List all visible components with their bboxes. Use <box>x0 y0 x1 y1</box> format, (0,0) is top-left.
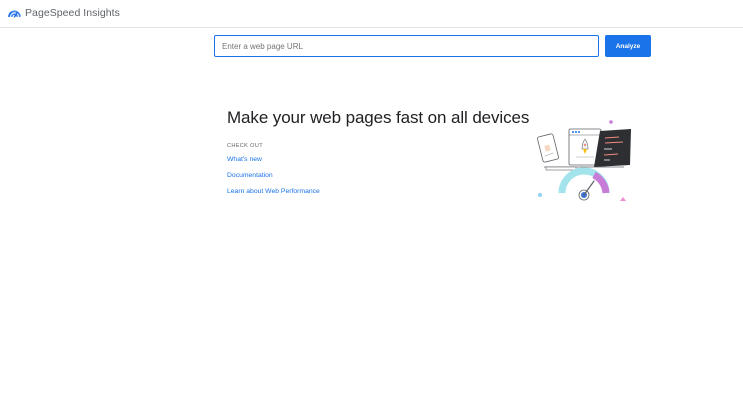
pagespeed-logo[interactable]: PageSpeed Insights <box>8 6 120 19</box>
url-input[interactable] <box>214 35 599 57</box>
pagespeed-gauge-icon <box>8 10 21 18</box>
top-bar: PageSpeed Insights <box>0 0 743 28</box>
analyze-button[interactable]: Analyze <box>605 35 651 57</box>
app-title: PageSpeed Insights <box>25 6 120 19</box>
page-headline: Make your web pages fast on all devices <box>227 108 530 127</box>
check-out-label: CHECK OUT <box>227 143 263 149</box>
documentation-link[interactable]: Documentation <box>227 172 273 179</box>
learn-web-performance-link[interactable]: Learn about Web Performance <box>227 188 320 195</box>
devices-speed-gauge-illustration <box>537 120 631 201</box>
whats-new-link[interactable]: What's new <box>227 156 262 163</box>
